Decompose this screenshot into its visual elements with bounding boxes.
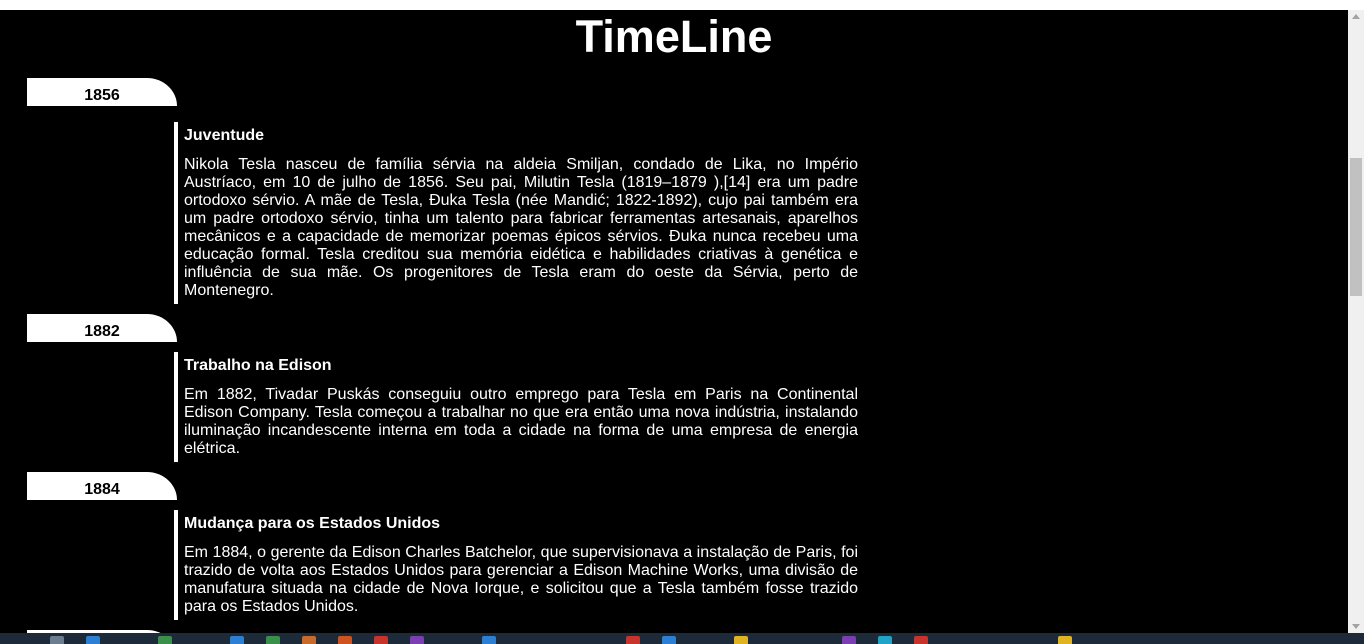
taskbar-app-icon[interactable]: [842, 636, 856, 644]
year-label: 1882: [84, 323, 120, 340]
taskbar-app-icon[interactable]: [662, 636, 676, 644]
event-heading: Mudança para os Estados Unidos: [184, 515, 441, 532]
taskbar-app-icon[interactable]: [626, 636, 640, 644]
event-text: Nikola Tesla nasceu de família sérvia na…: [184, 156, 858, 299]
taskbar-app-icon[interactable]: [50, 636, 64, 644]
scroll-up-icon[interactable]: [1352, 14, 1360, 19]
taskbar-app-icon[interactable]: [230, 636, 244, 644]
page-title: TimeLine: [575, 11, 773, 62]
taskbar-app-icon[interactable]: [878, 636, 892, 644]
event-heading: Juventude: [184, 127, 265, 144]
timeline-event-1884: Mudança para os Estados Unidos Em 1884, …: [174, 510, 858, 620]
taskbar-app-icon[interactable]: [914, 636, 928, 644]
taskbar-app-icon[interactable]: [266, 636, 280, 644]
timeline-event-1856: Juventude Nikola Tesla nasceu de família…: [174, 122, 858, 304]
year-tab-1884: 1884: [27, 472, 177, 500]
event-text: Em 1884, o gerente da Edison Charles Bat…: [184, 544, 858, 615]
taskbar-app-icon[interactable]: [338, 636, 352, 644]
taskbar-app-icon[interactable]: [158, 636, 172, 644]
vertical-scrollbar[interactable]: [1348, 10, 1364, 633]
year-tab-1856: 1856: [27, 78, 177, 106]
scroll-down-icon[interactable]: [1352, 624, 1360, 629]
scroll-thumb[interactable]: [1350, 158, 1362, 296]
event-text: Em 1882, Tivadar Puskás conseguiu outro …: [184, 386, 858, 457]
taskbar-app-icon[interactable]: [410, 636, 424, 644]
year-tab-1882: 1882: [27, 314, 177, 342]
timeline-event-1882: Trabalho na Edison Em 1882, Tivadar Pusk…: [174, 352, 858, 462]
taskbar-app-icon[interactable]: [482, 636, 496, 644]
browser-top-strip: [0, 0, 1364, 10]
taskbar-app-icon[interactable]: [374, 636, 388, 644]
taskbar-app-icon[interactable]: [302, 636, 316, 644]
year-label: 1856: [84, 87, 120, 104]
year-label: 1884: [84, 481, 120, 498]
taskbar-app-icon[interactable]: [86, 636, 100, 644]
taskbar-app-icon[interactable]: [734, 636, 748, 644]
taskbar: [0, 633, 1364, 644]
taskbar-app-icon[interactable]: [1058, 636, 1072, 644]
page-content: TimeLine 1856 Juventude Nikola Tesla nas…: [0, 10, 1348, 633]
event-heading: Trabalho na Edison: [184, 357, 332, 374]
